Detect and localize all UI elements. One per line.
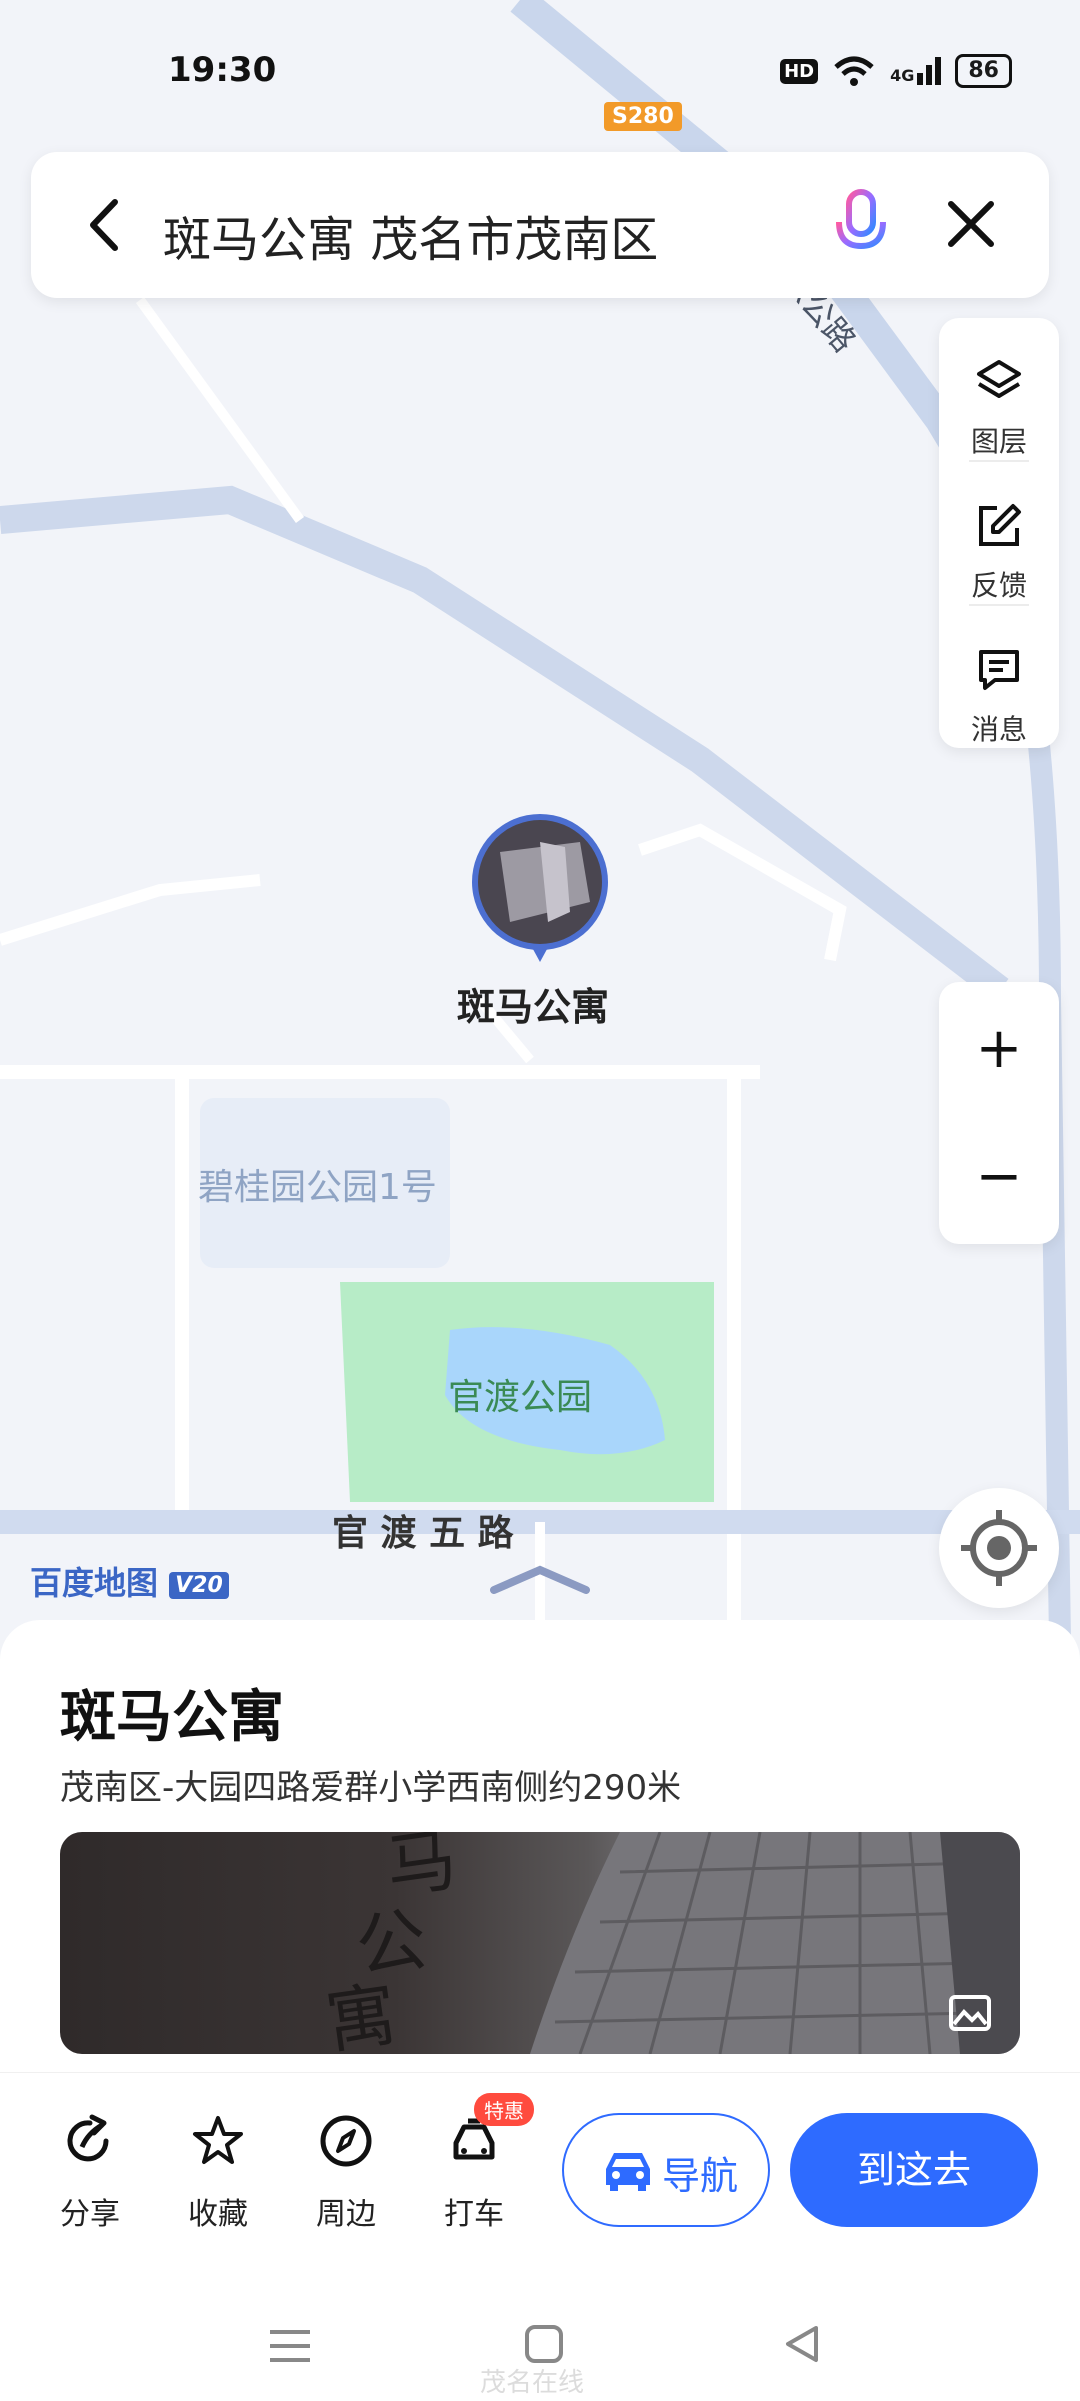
feedback-icon (979, 504, 1021, 546)
status-time: 19:30 (168, 50, 277, 90)
wifi-icon (834, 56, 874, 86)
system-nav-bar: 茂名在线 (0, 2300, 1080, 2400)
svg-text:马: 马 (381, 1832, 462, 1909)
menu-icon[interactable] (268, 2326, 312, 2366)
road-badge: S280 (604, 102, 682, 131)
locate-icon (961, 1510, 1037, 1586)
poi-address: 茂南区-大园四路爱群小学西南侧约290米 (60, 1768, 682, 1808)
car-icon (606, 2153, 650, 2191)
navigate-label: 导航 (662, 2154, 739, 2198)
navigate-button[interactable]: 导航 (562, 2113, 770, 2227)
search-bar[interactable]: 斑马公寓 茂名市茂南区 (31, 152, 1049, 298)
svg-text:公: 公 (351, 1898, 432, 1989)
microphone-icon[interactable] (829, 188, 893, 262)
signal-icon: 4G (890, 57, 942, 85)
close-icon[interactable] (941, 194, 1001, 254)
taxi-promo-badge: 特惠 (474, 2093, 534, 2126)
tool-layers[interactable]: 图层 (939, 338, 1059, 478)
back-nav-icon[interactable] (782, 2324, 822, 2364)
layers-icon (977, 360, 1021, 398)
status-icons: HD 4G 86 (780, 54, 1012, 88)
poi-pin[interactable] (470, 812, 610, 972)
zoom-out-button[interactable]: − (939, 1122, 1059, 1232)
locate-button[interactable] (939, 1488, 1059, 1608)
share-label: 分享 (60, 2197, 120, 2232)
compass-icon (320, 2115, 372, 2167)
zoom-in-button[interactable]: + (939, 994, 1059, 1104)
park-label: 官渡公园 (448, 1377, 593, 1418)
tool-divider (969, 604, 1029, 606)
poi-sheet: 斑马公寓 茂南区-大园四路爱群小学西南侧约290米 马 公 寓 (0, 1620, 1080, 2080)
favorite-label: 收藏 (188, 2197, 248, 2232)
road-label: 官 渡 五 路 (332, 1513, 514, 1554)
zoom-control: + − (939, 982, 1059, 1244)
svg-text:寓: 寓 (321, 1973, 402, 2054)
battery-icon: 86 (955, 54, 1012, 88)
tool-divider (969, 460, 1029, 462)
taxi-label: 打车 (444, 2197, 504, 2232)
tool-messages-label: 消息 (970, 713, 1027, 746)
tool-feedback[interactable]: 反馈 (939, 482, 1059, 622)
go-here-button[interactable]: 到这去 (790, 2113, 1038, 2227)
share-icon (67, 2114, 109, 2162)
poi-photo[interactable]: 马 公 寓 (60, 1832, 1020, 2054)
pin-marker-icon (472, 814, 608, 962)
building-photo: 马 公 寓 (321, 1832, 1020, 2054)
search-input[interactable]: 斑马公寓 茂名市茂南区 (163, 200, 658, 270)
star-icon (193, 2116, 243, 2164)
nearby-label: 周边 (316, 2197, 376, 2232)
pin-label: 斑马公寓 (457, 985, 610, 1029)
map-tools-panel: 图层 反馈 消息 (939, 318, 1059, 748)
tool-feedback-label: 反馈 (970, 569, 1027, 602)
image-gallery-icon[interactable] (948, 1994, 992, 2032)
hd-icon: HD (780, 58, 819, 84)
area-label: 碧桂园公园1号 (198, 1167, 437, 1208)
poi-title: 斑马公寓 (60, 1685, 284, 1750)
watermark: 茂名在线 (480, 2368, 585, 2398)
home-icon[interactable] (524, 2324, 564, 2364)
message-icon (979, 650, 1019, 690)
back-arrow-icon[interactable] (75, 192, 135, 258)
tool-messages[interactable]: 消息 (939, 626, 1059, 766)
tool-layers-label: 图层 (970, 425, 1027, 458)
map-logo: 百度地图 V20 (30, 1558, 229, 1604)
